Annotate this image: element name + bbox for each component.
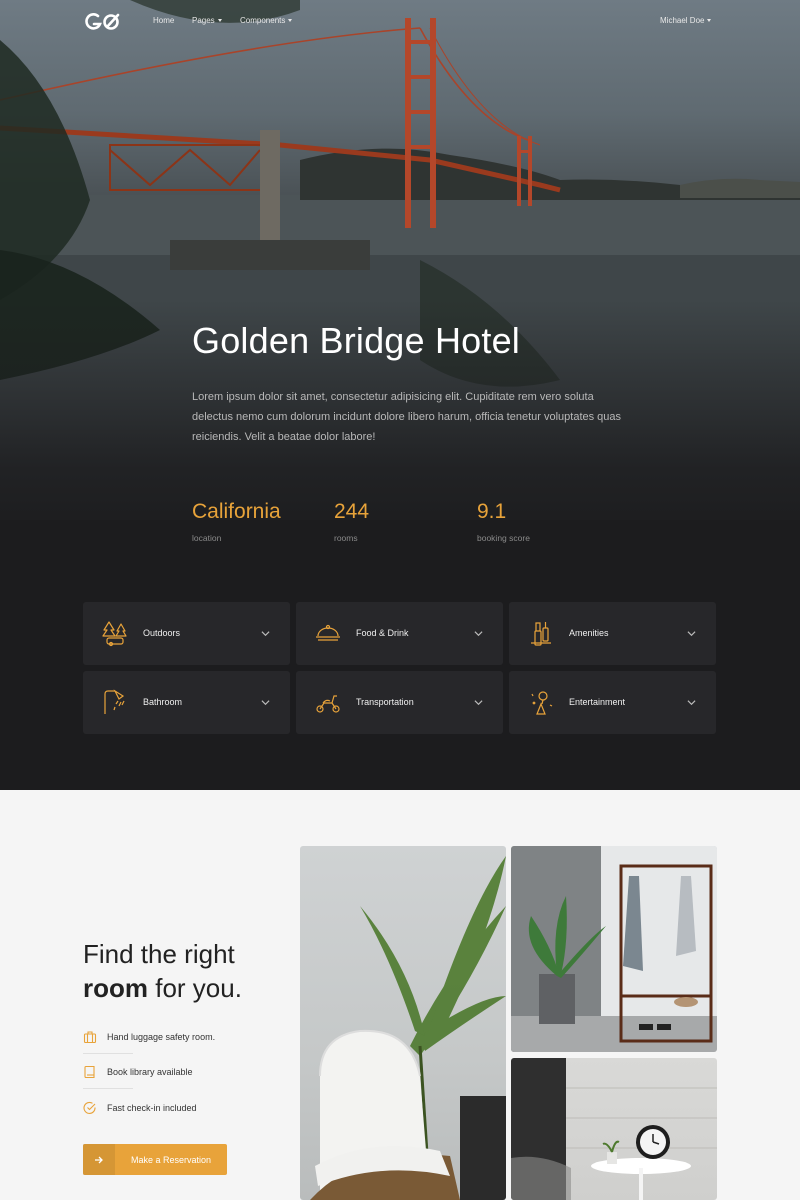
- stat-label: location: [192, 533, 222, 543]
- amenity-label: Food & Drink: [356, 628, 409, 638]
- stat-value: 244: [334, 500, 370, 523]
- amenity-label: Outdoors: [143, 628, 181, 638]
- chevron-down-icon: [261, 700, 270, 706]
- stat-rooms: 244 rooms: [334, 500, 369, 543]
- stat-label: rooms: [334, 533, 358, 543]
- caret-down-icon: [288, 19, 293, 22]
- nav-pages-label: Pages: [192, 16, 215, 25]
- room-section-title: Find the right room for you.: [83, 937, 242, 1005]
- shower-icon: [104, 689, 125, 714]
- amenity-amenities[interactable]: Amenities: [509, 602, 716, 665]
- arrow-right-icon: [83, 1144, 115, 1175]
- scooter-icon: [316, 695, 340, 713]
- hero-section: Home Pages Components Michael Doe Golden…: [0, 0, 800, 790]
- caret-down-icon: [707, 19, 712, 22]
- user-name-label: Michael Doe: [660, 16, 705, 25]
- party-balloons-icon: [531, 691, 553, 715]
- amenity-transportation[interactable]: Transportation: [296, 671, 503, 734]
- room-photo-clock: [511, 1058, 717, 1200]
- amenity-food-drink[interactable]: Food & Drink: [296, 602, 503, 665]
- divider: [83, 1088, 133, 1089]
- feature-checkin: Fast check-in included: [83, 1101, 197, 1115]
- check-circle-icon: [83, 1101, 96, 1114]
- top-navbar: Home Pages Components Michael Doe: [0, 0, 800, 44]
- amenity-label: Transportation: [356, 697, 414, 707]
- camping-trees-icon: [102, 621, 127, 647]
- user-menu-dropdown[interactable]: Michael Doe: [660, 16, 712, 25]
- stat-value: California: [192, 500, 281, 523]
- room-photo-chair: [300, 846, 506, 1200]
- stat-location: California location: [192, 500, 281, 543]
- make-reservation-button[interactable]: Make a Reservation: [83, 1144, 227, 1175]
- amenity-label: Entertainment: [569, 697, 626, 707]
- food-cloche-icon: [316, 624, 340, 641]
- divider: [83, 1053, 133, 1054]
- stat-value: 9.1: [477, 500, 507, 523]
- amenity-bathroom[interactable]: Bathroom: [83, 671, 290, 734]
- feature-library: Book library available: [83, 1065, 193, 1079]
- nav-home-label: Home: [153, 16, 175, 25]
- chevron-down-icon: [687, 700, 696, 706]
- feature-luggage: Hand luggage safety room.: [83, 1030, 215, 1044]
- feature-label: Fast check-in included: [107, 1103, 197, 1113]
- toiletries-icon: [531, 622, 551, 646]
- chevron-down-icon: [474, 631, 483, 637]
- title-line-1: Find the right: [83, 939, 235, 969]
- feature-label: Book library available: [107, 1067, 193, 1077]
- amenity-label: Amenities: [569, 628, 609, 638]
- hotel-title: Golden Bridge Hotel: [192, 320, 520, 361]
- hotel-description: Lorem ipsum dolor sit amet, consectetur …: [192, 391, 622, 443]
- chevron-down-icon: [261, 631, 270, 637]
- nav-components-dropdown[interactable]: Components: [240, 16, 293, 25]
- feature-label: Hand luggage safety room.: [107, 1032, 216, 1042]
- stat-label: booking score: [477, 533, 530, 543]
- nav-components-label: Components: [240, 16, 286, 25]
- chevron-down-icon: [687, 631, 696, 637]
- nav-pages-dropdown[interactable]: Pages: [192, 16, 222, 25]
- nav-home-link[interactable]: Home: [153, 16, 174, 25]
- book-icon: [84, 1065, 95, 1079]
- room-section: Find the right room for you. Hand luggag…: [0, 790, 800, 1200]
- luggage-icon: [83, 1031, 97, 1044]
- title-bold-word: room: [83, 973, 148, 1003]
- stat-booking-score: 9.1 booking score: [477, 500, 530, 543]
- amenity-outdoors[interactable]: Outdoors: [83, 602, 290, 665]
- amenity-label: Bathroom: [143, 697, 183, 707]
- caret-down-icon: [217, 19, 222, 22]
- reservation-button-label: Make a Reservation: [130, 1154, 212, 1165]
- title-rest: for you.: [148, 973, 242, 1003]
- go-logo[interactable]: [84, 10, 124, 34]
- room-photo-wardrobe: [511, 846, 717, 1052]
- amenity-entertainment[interactable]: Entertainment: [509, 671, 716, 734]
- chevron-down-icon: [474, 700, 483, 706]
